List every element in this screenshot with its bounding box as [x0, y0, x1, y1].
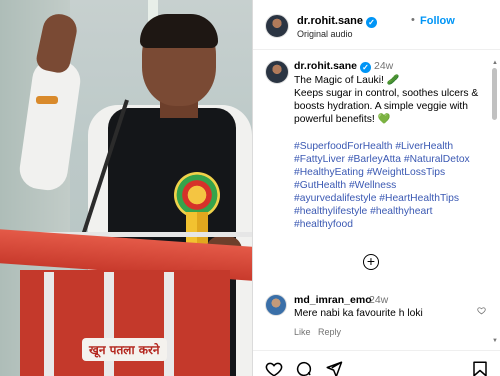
author-avatar[interactable] — [265, 14, 289, 38]
hashtag-line[interactable]: #FattyLiver #BarleyAtta #NaturalDetox — [294, 153, 494, 166]
load-more-comments-button[interactable]: + — [363, 254, 379, 270]
share-icon[interactable] — [325, 360, 343, 376]
bookmark-icon[interactable] — [471, 360, 489, 376]
comment-timestamp[interactable]: 24w — [369, 294, 388, 306]
verified-badge-icon: ✓ — [360, 62, 372, 73]
comment-heart-icon[interactable] — [477, 306, 486, 315]
scroll-down-arrow[interactable]: ▼ — [492, 338, 498, 344]
caption-line: The Magic of Lauki! 🥒 — [294, 75, 400, 86]
podium-leg — [44, 272, 54, 376]
comment-icon[interactable] — [295, 360, 313, 376]
hashtag-line[interactable]: #GutHealth #Wellness — [294, 179, 494, 192]
post-side-panel: dr.rohit.sane ✓ • Follow Original audio d… — [252, 0, 500, 376]
heart-icon[interactable] — [265, 360, 283, 376]
commenter-avatar[interactable] — [265, 294, 287, 316]
scrollbar[interactable]: ▲ ▼ — [492, 60, 498, 344]
commenter-name[interactable]: md_imran_emo — [294, 294, 372, 306]
hashtag-line[interactable]: #SuperfoodForHealth #LiverHealth — [294, 140, 494, 153]
comment-reply-button[interactable]: Reply — [318, 327, 341, 337]
hashtag-list: #SuperfoodForHealth #LiverHealth #FattyL… — [294, 140, 494, 231]
caption-author-avatar[interactable] — [265, 60, 289, 84]
separator-dot: • — [411, 14, 415, 26]
hashtag-line[interactable]: #ayurvedalifestyle #HeartHealthTips — [294, 192, 494, 205]
comment-like-button[interactable]: Like — [294, 327, 311, 337]
plus-circle-icon: + — [366, 253, 376, 269]
caption-author-name[interactable]: dr.rohit.sane — [294, 60, 357, 72]
speaker-wristband — [36, 96, 58, 104]
speaker-hair — [140, 14, 218, 48]
post-header: dr.rohit.sane ✓ • Follow Original audio — [253, 0, 500, 50]
follow-button[interactable]: Follow — [420, 15, 455, 27]
post-media[interactable]: खून पतला करने — [0, 0, 252, 376]
caption-text: The Magic of Lauki! 🥒 Keeps sugar in con… — [294, 74, 484, 126]
hashtag-line[interactable]: #HealthyEating #WeightLossTips — [294, 166, 494, 179]
caption-line: powerful benefits! 💚 — [294, 114, 391, 125]
hashtag-line[interactable]: #healthylifestyle #healthyheart — [294, 205, 494, 218]
caption-author-link[interactable]: dr.rohit.sane ✓ — [294, 60, 372, 73]
verified-badge-icon: ✓ — [366, 17, 378, 28]
author-name[interactable]: dr.rohit.sane — [297, 15, 363, 27]
post-caption: dr.rohit.sane ✓ 24w The Magic of Lauki! 🥒… — [253, 50, 493, 270]
scroll-thumb[interactable] — [492, 68, 497, 120]
hashtag-line[interactable]: #healthyfood — [294, 218, 494, 231]
author-name-link[interactable]: dr.rohit.sane ✓ — [297, 15, 378, 28]
video-caption-overlay: खून पतला करने — [82, 338, 167, 361]
caption-timestamp[interactable]: 24w — [374, 60, 393, 72]
comment-text: Mere nabi ka favourite h loki — [294, 308, 423, 319]
scroll-up-arrow[interactable]: ▲ — [492, 60, 498, 66]
caption-line: Keeps sugar in control, soothes ulcers & — [294, 88, 479, 99]
comment-item: md_imran_emo 24w Mere nabi ka favourite … — [253, 286, 493, 340]
caption-line: boosts hydration. A simple veggie with — [294, 101, 469, 112]
original-audio-link[interactable]: Original audio — [297, 29, 353, 39]
action-bar — [253, 350, 500, 376]
podium-leg — [164, 272, 174, 376]
